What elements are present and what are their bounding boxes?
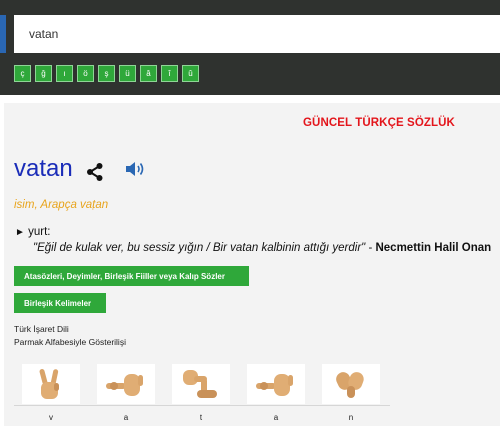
sign-letter-card: v xyxy=(22,364,80,422)
char-key-u-umlaut[interactable]: ü xyxy=(119,65,136,82)
sign-letter-card: n xyxy=(322,364,380,422)
sign-letter-label: a xyxy=(273,413,279,422)
entry-meta: isim, Arapça vaṭan xyxy=(14,199,109,211)
sign-letter-label: v xyxy=(49,413,53,422)
sign-letter-card: t xyxy=(172,364,230,422)
example-separator: - xyxy=(365,242,376,254)
char-key-c-cedilla[interactable]: ç xyxy=(14,65,31,82)
example-author: Necmettin Halil Onan xyxy=(375,242,492,254)
sign-letter-label: a xyxy=(123,413,129,422)
sign-language-title: Türk İşaret Dili xyxy=(14,324,69,334)
idioms-button[interactable]: Atasözleri, Deyimler, Birleşik Fiiller v… xyxy=(14,266,249,286)
char-key-dotless-i[interactable]: ı xyxy=(56,65,73,82)
example-quote: "Eğil de kulak ver, bu sessiz yığın / Bi… xyxy=(33,242,366,254)
hand-sign-v-icon xyxy=(22,364,80,404)
speaker-icon[interactable] xyxy=(124,160,146,178)
char-key-o-umlaut[interactable]: ö xyxy=(77,65,94,82)
sign-letter-label: n xyxy=(348,413,354,422)
definition-example: "Eğil de kulak ver, bu sessiz yığın / Bi… xyxy=(33,242,491,254)
dictionary-title: GÜNCEL TÜRKÇE SÖZLÜK xyxy=(303,117,455,129)
accent-strip xyxy=(0,15,6,53)
sign-letter-card: a xyxy=(97,364,155,422)
char-key-a-circumflex[interactable]: â xyxy=(140,65,157,82)
special-character-keyboard: ç ğ ı ö ş ü â î û xyxy=(14,65,199,82)
sign-letter-card: a xyxy=(247,364,305,422)
divider xyxy=(14,405,390,406)
hand-sign-a-icon xyxy=(247,364,305,404)
char-key-i-circumflex[interactable]: î xyxy=(161,65,178,82)
fingerspelling-row: v a t a n xyxy=(22,364,380,422)
definition: ► yurt: xyxy=(15,226,50,238)
sign-language-heading: Türk İşaret Dili Parmak Alfabesiyle Göst… xyxy=(14,323,126,349)
char-key-g-breve[interactable]: ğ xyxy=(35,65,52,82)
share-icon[interactable] xyxy=(86,162,104,182)
hand-sign-t-icon xyxy=(172,364,230,404)
hand-sign-a-icon xyxy=(97,364,155,404)
sign-language-subtitle: Parmak Alfabesiyle Gösterilişi xyxy=(14,337,126,347)
entry-word: vatan xyxy=(14,155,73,182)
definition-text: yurt: xyxy=(28,226,51,238)
definition-bullet-icon: ► xyxy=(15,227,25,238)
char-key-u-circumflex[interactable]: û xyxy=(182,65,199,82)
search-input[interactable] xyxy=(14,15,500,53)
sign-letter-label: t xyxy=(199,413,203,422)
hand-sign-n-icon xyxy=(322,364,380,404)
char-key-s-cedilla[interactable]: ş xyxy=(98,65,115,82)
compound-words-button[interactable]: Birleşik Kelimeler xyxy=(14,293,106,313)
